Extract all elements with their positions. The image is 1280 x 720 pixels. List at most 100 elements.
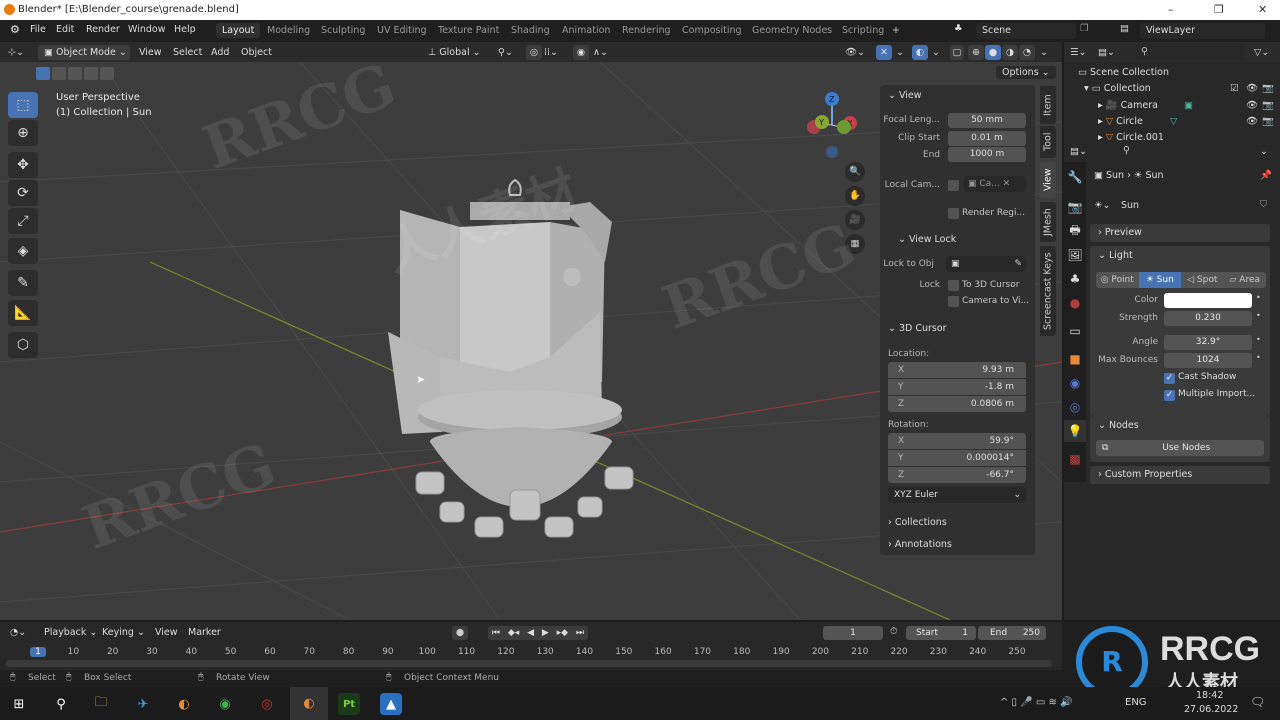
current-frame-field[interactable]: 1 xyxy=(823,626,883,640)
view-layer-icon[interactable]: ▤ xyxy=(1120,23,1129,34)
use-nodes-button[interactable]: ⧉ Use Nodes xyxy=(1096,440,1264,456)
clip-end-field[interactable]: 1000 m xyxy=(948,147,1026,162)
cursor-rotation-z[interactable]: Z -66.7° xyxy=(888,467,1026,483)
windows-start-icon[interactable]: ⊞ xyxy=(8,693,30,715)
npanel-tab-view[interactable]: View xyxy=(1040,162,1056,198)
expand-arrow-icon[interactable]: ▸ xyxy=(1098,132,1106,140)
select-subtract-icon[interactable] xyxy=(68,67,82,80)
tool-properties-tab-icon[interactable]: 🔧 xyxy=(1064,166,1086,188)
menu-file[interactable]: File xyxy=(30,24,46,35)
snap-toggle-icon[interactable]: ◎ xyxy=(526,45,542,60)
outliner-row-circle-001[interactable]: ▸ ▽ Circle.001 xyxy=(1098,132,1274,140)
texture-properties-tab-icon[interactable]: ▩ xyxy=(1064,448,1086,470)
timeline-menu-keying[interactable]: Keying ⌄ xyxy=(102,625,145,640)
language-indicator[interactable]: ENG xyxy=(1125,697,1147,708)
menu-edit[interactable]: Edit xyxy=(56,24,74,35)
outliner-editor-type-icon[interactable]: ☰⌄ xyxy=(1070,45,1086,60)
timeline-scrollbar[interactable] xyxy=(6,660,1052,667)
workspace-tab-scripting[interactable]: Scripting xyxy=(842,25,884,36)
light-data-properties-tab-icon[interactable]: 💡 xyxy=(1064,420,1086,442)
material-shading-icon[interactable]: ◑ xyxy=(1002,45,1018,60)
light-angle-field[interactable]: 32.9° xyxy=(1164,335,1252,350)
clock-date[interactable]: 27.06.2022 xyxy=(1184,704,1238,715)
menu-render[interactable]: Render xyxy=(86,24,120,35)
local-camera-checkbox[interactable] xyxy=(948,180,959,191)
lock-to-object-field[interactable]: ▣ ✎ xyxy=(946,256,1026,272)
view-layer-selector[interactable]: ViewLayer xyxy=(1140,23,1265,39)
object-properties-tab-icon[interactable]: ■ xyxy=(1064,348,1086,370)
workspace-tab-rendering[interactable]: Rendering xyxy=(622,25,671,36)
solid-shading-icon[interactable]: ● xyxy=(985,45,1001,60)
cursor-rotation-y[interactable]: Y 0.000014° xyxy=(888,450,1026,466)
light-datablock-field[interactable]: Sun xyxy=(1116,198,1258,214)
keyframe-dot-icon[interactable]: • xyxy=(1256,335,1261,344)
light-panel-header[interactable]: ⌄ Light xyxy=(1098,250,1133,261)
scale-tool-icon[interactable]: ⤢ xyxy=(8,208,38,234)
timeline-menu-view[interactable]: View xyxy=(155,625,178,640)
constraints-properties-tab-icon[interactable]: ◎ xyxy=(1064,396,1086,418)
light-data-browse-icon[interactable]: ☀⌄ xyxy=(1094,200,1110,211)
gizmo-dropdown-icon[interactable]: ⌄ xyxy=(896,45,904,60)
measure-tool-icon[interactable]: 📐 xyxy=(8,300,38,326)
system-tray-icons[interactable]: ^ ▯ 🎤 ▭ ≋ 🔊 xyxy=(1000,697,1073,708)
jump-keyframe-back-icon[interactable]: ◆◂ xyxy=(508,626,519,640)
light-color-swatch[interactable] xyxy=(1164,293,1252,308)
transform-tool-icon[interactable]: ◈ xyxy=(8,238,38,264)
keyframe-dot-icon[interactable]: • xyxy=(1256,311,1261,320)
workspace-tab-sculpting[interactable]: Sculpting xyxy=(321,25,365,36)
wireframe-shading-icon[interactable]: ⊕ xyxy=(968,45,984,60)
collection-properties-tab-icon[interactable]: ▭ xyxy=(1064,320,1086,342)
windows-search-icon[interactable]: ⚲ xyxy=(50,693,72,715)
render-camera-icon[interactable]: 📷 xyxy=(1262,100,1274,111)
annotate-tool-icon[interactable]: ✎ xyxy=(8,270,38,296)
workspace-tab-texture-paint[interactable]: Texture Paint xyxy=(438,25,499,36)
scene-selector[interactable]: Scene xyxy=(976,23,1076,39)
light-type-area[interactable]: ▱ Area xyxy=(1224,272,1267,288)
cursor-location-x[interactable]: X 9.93 m xyxy=(888,362,1026,378)
blender-active-taskbar-icon[interactable]: ◐ xyxy=(290,687,328,720)
expand-arrow-icon[interactable]: ▸ xyxy=(1098,116,1106,127)
scene-properties-tab-icon[interactable]: ♣ xyxy=(1064,268,1086,290)
timeline-menu-playback[interactable]: Playback ⌄ xyxy=(44,625,97,640)
npanel-tab-screencast-keys[interactable]: Screencast Keys xyxy=(1040,246,1056,336)
obs-icon[interactable]: ◎ xyxy=(256,693,278,715)
timeline-frame-ruler[interactable]: 1 10 20 30 40 50 60 70 80 90 100 110 120 130 140 150 160… xyxy=(0,646,1062,660)
display-mode-icon[interactable]: ▤⌄ xyxy=(1098,45,1115,60)
photos-app-icon[interactable]: ▲ xyxy=(380,693,402,715)
rotation-mode-dropdown[interactable]: XYZ Euler ⌄ xyxy=(888,487,1026,503)
outliner-row-camera[interactable]: ▸ 🎥 Camera ▣ 👁 📷 xyxy=(1098,100,1274,111)
jump-keyframe-forward-icon[interactable]: ▸◆ xyxy=(557,626,568,640)
properties-options-icon[interactable]: ⌄ xyxy=(1260,144,1268,159)
preview-range-stopwatch-icon[interactable]: ⏱ xyxy=(890,626,897,637)
visibility-eye-icon[interactable]: 👁 xyxy=(1246,100,1258,111)
3d-cursor-header[interactable]: ⌄ 3D Cursor xyxy=(888,323,947,334)
filter-icon[interactable]: ▽⌄ xyxy=(1254,45,1269,60)
jump-to-end-icon[interactable]: ⏭ xyxy=(576,626,584,640)
outliner-search-input[interactable]: ⚲ xyxy=(1136,44,1244,60)
scene-icon[interactable]: ♣ xyxy=(954,23,963,34)
world-properties-tab-icon[interactable]: ● xyxy=(1064,292,1086,314)
blender-menu-icon[interactable]: ⚙ xyxy=(10,23,20,36)
workspace-tab-shading[interactable]: Shading xyxy=(511,25,550,36)
chrome-icon[interactable]: ◉ xyxy=(214,693,236,715)
add-workspace-button[interactable]: + xyxy=(892,25,900,36)
max-bounces-field[interactable]: 1024 xyxy=(1164,353,1252,368)
snap-target-icon[interactable]: ⁞⁞⌄ xyxy=(544,45,558,60)
render-properties-tab-icon[interactable]: 📷 xyxy=(1064,196,1086,218)
gizmo-neg-y-axis[interactable] xyxy=(837,120,851,134)
light-strength-field[interactable]: 0.230 xyxy=(1164,311,1252,326)
collections-panel-header[interactable]: › Collections xyxy=(888,517,947,528)
ortho-toggle-icon[interactable]: ▦ xyxy=(845,234,865,254)
timeline-editor-type-icon[interactable]: ◔⌄ xyxy=(10,625,26,640)
gizmo-toggle-icon[interactable]: ✕ xyxy=(876,45,892,60)
render-region-checkbox[interactable] xyxy=(948,208,959,219)
camera-view-icon[interactable]: 🎥 xyxy=(845,210,865,230)
jump-to-start-icon[interactable]: ⏮ xyxy=(492,626,500,640)
light-type-spot[interactable]: ◁ Spot xyxy=(1181,272,1224,288)
clip-start-field[interactable]: 0.01 m xyxy=(948,131,1026,146)
new-scene-icon[interactable]: ❐ xyxy=(1080,23,1089,34)
select-intersect-icon[interactable] xyxy=(100,67,114,80)
light-type-sun[interactable]: ☀ Sun xyxy=(1138,272,1181,288)
npanel-tab-jmesh[interactable]: JMesh xyxy=(1040,202,1056,242)
grenade-model[interactable] xyxy=(380,172,660,562)
